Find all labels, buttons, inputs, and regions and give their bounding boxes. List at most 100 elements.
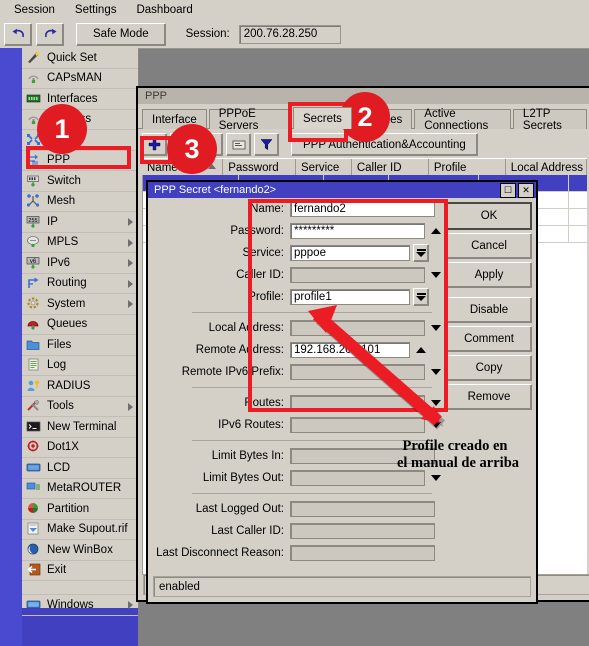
close-icon[interactable]: ✕ [518,182,534,198]
redo-button[interactable] [36,22,64,46]
field-input-name[interactable]: fernando2 [290,201,435,217]
chevron-down-icon[interactable] [431,422,441,428]
sidebar-item-system[interactable]: System [22,294,138,315]
ppp-auth-accounting-button[interactable]: PPP Authentication&Accounting [291,133,478,156]
column-header-caller-id[interactable]: Caller ID [352,159,429,176]
sidebar-item-files[interactable]: Files [22,335,138,356]
sidebar-item-mpls[interactable]: MPLS [22,233,138,253]
sidebar-item-switch[interactable]: Switch [22,171,138,192]
form-row: Remote Address: 192.168.200.101 [148,339,442,361]
field-label: Last Disconnect Reason: [156,547,284,559]
menu-dashboard[interactable]: Dashboard [126,2,202,19]
field-label: Remote IPv6 Prefix: [181,366,284,378]
switch-icon [26,174,42,188]
sidebar-item-ppp[interactable]: PPP [22,151,138,171]
form-row: Profile: profile1 [148,286,442,308]
winbox-app: Session Settings Dashboard Safe Mode Ses… [0,0,589,646]
chevron-down-icon[interactable] [431,325,441,331]
field-input-local-address[interactable] [290,320,425,336]
sidebar-item-new-winbox[interactable]: New WinBox [22,540,138,561]
sidebar-item-new-terminal[interactable]: New Terminal [22,417,138,438]
sidebar-item-metarouter[interactable]: MetaROUTER [22,479,138,499]
session-address-field[interactable]: 200.76.28.250 [238,24,341,44]
field-input-remote-ipv6-prefix[interactable] [290,364,425,380]
chevron-up-icon[interactable] [416,347,426,353]
remove-button[interactable]: Remove [446,384,532,410]
sidebar-item-windows[interactable]: Windows [22,595,138,616]
field-label: Routes: [244,397,284,409]
field-label: Service: [242,247,284,259]
sidebar-item-make-supout-rif[interactable]: Make Supout.rif [22,520,138,540]
dropdown-button[interactable] [413,288,429,306]
dropdown-button[interactable] [413,244,429,262]
chevron-down-icon[interactable] [431,400,441,406]
comment-icon [232,140,245,149]
menu-session[interactable]: Session [4,2,65,19]
tab-secrets[interactable]: Secrets [292,107,352,129]
sidebar-item-capsman[interactable]: CAPsMAN [22,69,138,89]
column-header-profile[interactable]: Profile [429,159,506,176]
metarouter-icon [26,481,42,495]
sidebar-item-mesh[interactable]: Mesh [22,192,138,212]
ok-button[interactable]: OK [446,202,532,230]
field-input-profile[interactable]: profile1 [290,289,410,305]
tab-active-connections[interactable]: Active Connections [414,108,511,132]
sidebar-item-quick-set[interactable]: Quick Set [22,48,138,69]
field-input-last-disconnect-reason[interactable] [290,545,435,561]
sidebar-item-tools[interactable]: Tools [22,397,138,417]
sidebar-item-radius[interactable]: RADIUS [22,376,138,397]
maximize-icon[interactable]: ☐ [500,182,516,198]
undo-button[interactable] [4,22,32,46]
sidebar-item-interfaces[interactable]: Interfaces [22,89,138,110]
tab-pppoe-servers[interactable]: PPPoE Servers [208,108,291,132]
field-input-service[interactable]: pppoe [290,245,410,261]
chevron-down-icon[interactable] [431,272,441,278]
field-input-limit-bytes-out[interactable] [290,470,425,486]
disable-button[interactable]: Disable [446,297,532,323]
interfaces-icon [26,92,42,106]
cancel-button[interactable]: Cancel [446,233,532,259]
apply-button[interactable]: Apply [446,262,532,288]
column-header-service[interactable]: Service [296,159,352,176]
sidebar-item-label: Routing [47,277,87,290]
field-label: Limit Bytes Out: [202,472,284,484]
safe-mode-button[interactable]: Safe Mode [76,22,166,46]
column-header-password[interactable]: Password [223,159,296,176]
comment-button[interactable]: Comment [446,326,532,352]
filter-button[interactable] [254,133,279,156]
dialog-titlebar[interactable]: PPP Secret <fernando2> ☐ ✕ [148,182,536,198]
field-input-last-logged-out[interactable] [290,501,435,517]
field-input-last-caller-id[interactable] [290,523,435,539]
field-input-caller-id[interactable] [290,267,425,283]
form-row: Name: fernando2 [148,198,442,220]
redo-arrow-icon [44,28,56,37]
sidebar-item-label: Partition [47,502,90,515]
menu-settings[interactable]: Settings [65,2,127,19]
mesh-icon [26,194,42,208]
sidebar-item-dot1x[interactable]: Dot1X [22,438,138,458]
column-header-local-address[interactable]: Local Address [506,159,587,176]
field-input-remote-address[interactable]: 192.168.200.101 [290,342,410,358]
sidebar-item-ipv6[interactable]: v6 IPv6 [22,253,138,274]
sidebar-item-log[interactable]: Log [22,356,138,376]
chevron-down-icon[interactable] [431,475,441,481]
chevron-down-icon[interactable] [431,369,441,375]
copy-button[interactable]: Copy [446,355,532,381]
sidebar-item-lcd[interactable]: LCD [22,458,138,479]
winbox-icon [26,543,42,557]
sidebar-item-exit[interactable]: Exit [22,561,138,581]
sidebar-item-label: CAPsMAN [47,72,102,85]
add-secret-button[interactable] [142,133,167,156]
sidebar-item-queues[interactable]: Queues [22,315,138,335]
tab-l2tp-secrets[interactable]: L2TP Secrets [512,108,587,132]
sidebar-item-routing[interactable]: Routing [22,274,138,294]
sidebar-item-ip[interactable]: 255 IP [22,212,138,233]
field-input-routes[interactable] [290,395,425,411]
chevron-up-icon[interactable] [431,228,441,234]
comment-button[interactable] [226,133,251,156]
column-header-label: Caller ID [356,161,402,174]
field-input-password[interactable]: ********* [290,223,425,239]
field-input-ipv6-routes[interactable] [290,417,425,433]
sidebar-item-partition[interactable]: Partition [22,499,138,520]
sidebar-item-label: Make Supout.rif [47,523,128,536]
